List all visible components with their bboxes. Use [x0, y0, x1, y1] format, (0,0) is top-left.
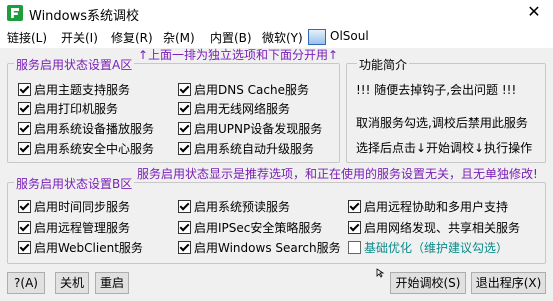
restart-button[interactable]: 重启 [95, 272, 129, 294]
app-icon [7, 5, 23, 21]
checkbox-remote-management[interactable]: 启用远程管理服务 [18, 219, 130, 236]
checkbox-box[interactable] [18, 142, 31, 155]
cursor-icon [376, 268, 385, 278]
checkbox-device-playback[interactable]: 启用系统设备播放服务 [18, 120, 154, 137]
window-icon [308, 29, 326, 45]
intro-line-3: 选择后点击↓开始调校↓执行操作 [356, 141, 533, 155]
checkbox-label: 启用系统自动升级服务 [194, 142, 315, 156]
menu-builtin[interactable]: 内置(B) [210, 29, 252, 46]
group-b: 服务启用状态设置B区 启用时间同步服务 启用系统预读服务 启用远程协助和多用户支… [7, 175, 546, 264]
checkbox-label: 启用无线网络服务 [194, 102, 291, 116]
start-tune-button[interactable]: 开始调校(S) [390, 272, 466, 294]
checkbox-box[interactable] [348, 221, 361, 234]
menu-olsoul[interactable]: OlSoul [330, 29, 369, 43]
checkbox-webclient[interactable]: 启用WebClient服务 [18, 239, 143, 256]
checkbox-label: 启用打印机服务 [34, 102, 119, 116]
help-button[interactable]: ?(A) [7, 272, 45, 294]
checkbox-security-center[interactable]: 启用系统安全中心服务 [18, 140, 154, 157]
checkbox-box[interactable] [18, 83, 31, 96]
checkbox-wireless[interactable]: 启用无线网络服务 [178, 100, 290, 117]
group-b-title: 服务启用状态设置B区 [14, 175, 135, 192]
checkbox-label: 启用网络发现、共享相关服务 [364, 221, 521, 235]
checkbox-box[interactable] [18, 200, 31, 213]
checkbox-upnp[interactable]: 启用UPNP设备发现服务 [178, 120, 322, 137]
menu-repair[interactable]: 修复(R) [111, 29, 153, 46]
checkbox-network-discovery[interactable]: 启用网络发现、共享相关服务 [348, 219, 520, 236]
middle-note: 服务启用状态显示是推荐选项，和正在使用的服务设置无关，且无单独修改! [137, 167, 538, 181]
intro-warning: !!! 随便去掉钩子,会出问题 !!! [356, 83, 517, 97]
checkbox-theme-service[interactable]: 启用主题支持服务 [18, 81, 130, 98]
checkbox-label: 启用WebClient服务 [34, 241, 143, 255]
checkbox-ipsec[interactable]: 启用IPSec安全策略服务 [178, 219, 322, 236]
exit-button[interactable]: 退出程序(X) [471, 272, 546, 294]
checkbox-label: 启用IPSec安全策略服务 [194, 221, 323, 235]
checkbox-basic-optimization[interactable]: 基础优化（维护建议勾选） [348, 239, 508, 256]
checkbox-box[interactable] [178, 102, 191, 115]
checkbox-printer[interactable]: 启用打印机服务 [18, 100, 118, 117]
checkbox-label: 启用系统设备播放服务 [34, 122, 155, 136]
top-note: ↑上面一排为独立选项和下面分开用↑ [138, 48, 339, 62]
checkbox-box[interactable] [18, 102, 31, 115]
menu-link[interactable]: 链接(L) [7, 29, 47, 46]
checkbox-box[interactable] [178, 241, 191, 254]
checkbox-box[interactable] [348, 241, 361, 254]
menu-bar: 链接(L) 开关(I) 修复(R) 杂(M) 内置(B) 微软(Y) OlSou… [0, 26, 553, 48]
checkbox-label: 启用远程协助和多用户支持 [364, 200, 509, 214]
title-bar: Windows系统调校 ✕ [0, 0, 553, 26]
group-a: 服务启用状态设置A区 启用主题支持服务 启用DNS Cache服务 启用打印机服… [7, 56, 340, 163]
checkbox-box[interactable] [178, 142, 191, 155]
intro-group: 功能简介 !!! 随便去掉钩子,会出问题 !!! 取消服务勾选,调校后禁用此服务… [346, 56, 546, 163]
checkbox-prefetch[interactable]: 启用系统预读服务 [178, 198, 290, 215]
checkbox-box[interactable] [178, 221, 191, 234]
checkbox-time-sync[interactable]: 启用时间同步服务 [18, 198, 130, 215]
checkbox-box[interactable] [18, 241, 31, 254]
checkbox-auto-update[interactable]: 启用系统自动升级服务 [178, 140, 314, 157]
checkbox-box[interactable] [18, 221, 31, 234]
checkbox-dns-cache[interactable]: 启用DNS Cache服务 [178, 81, 309, 98]
checkbox-label: 启用时间同步服务 [34, 200, 131, 214]
checkbox-label: 启用UPNP设备发现服务 [194, 122, 323, 136]
intro-title: 功能简介 [357, 56, 410, 73]
group-a-title: 服务启用状态设置A区 [14, 56, 135, 73]
menu-microsoft[interactable]: 微软(Y) [262, 29, 303, 46]
close-icon[interactable]: ✕ [525, 3, 543, 21]
checkbox-label: 基础优化（维护建议勾选） [364, 241, 509, 255]
checkbox-windows-search[interactable]: 启用Windows Search服务 [178, 239, 341, 256]
checkbox-box[interactable] [178, 83, 191, 96]
checkbox-box[interactable] [18, 122, 31, 135]
menu-switch[interactable]: 开关(I) [61, 29, 98, 46]
checkbox-label: 启用主题支持服务 [34, 83, 131, 97]
checkbox-label: 启用系统安全中心服务 [34, 142, 155, 156]
checkbox-label: 启用DNS Cache服务 [194, 83, 309, 97]
shutdown-button[interactable]: 关机 [55, 272, 89, 294]
checkbox-box[interactable] [178, 200, 191, 213]
intro-line-2: 取消服务勾选,调校后禁用此服务 [356, 116, 528, 130]
checkbox-remote-assist[interactable]: 启用远程协助和多用户支持 [348, 198, 508, 215]
menu-misc[interactable]: 杂(M) [163, 29, 195, 46]
checkbox-box[interactable] [348, 200, 361, 213]
checkbox-box[interactable] [178, 122, 191, 135]
window-title: Windows系统调校 [29, 9, 140, 24]
checkbox-label: 启用远程管理服务 [34, 221, 131, 235]
checkbox-label: 启用Windows Search服务 [194, 241, 341, 255]
checkbox-label: 启用系统预读服务 [194, 200, 291, 214]
